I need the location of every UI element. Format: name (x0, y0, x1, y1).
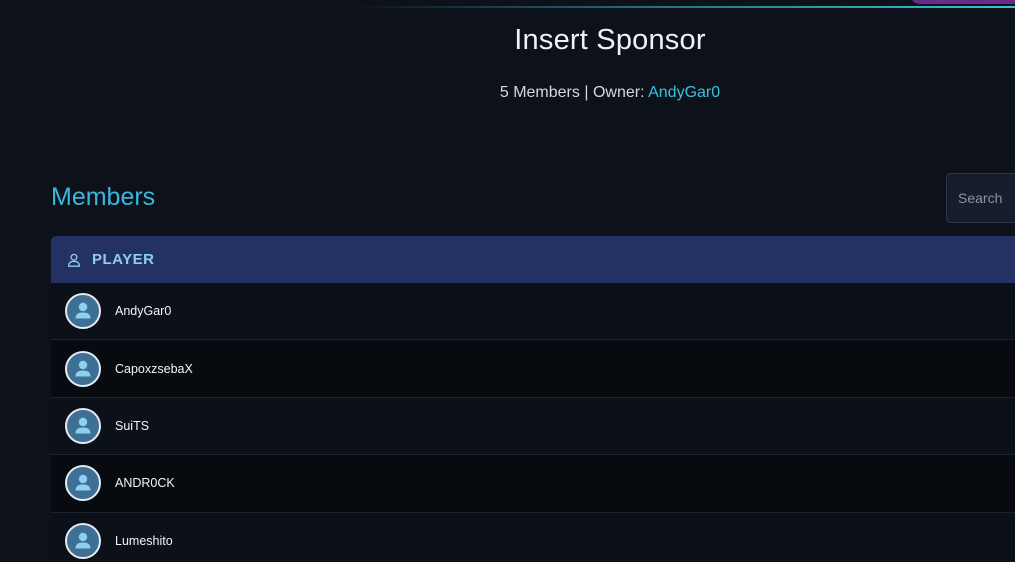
default-avatar-icon (65, 522, 101, 559)
member-name[interactable]: SuiTS (115, 419, 149, 433)
member-name[interactable]: AndyGar0 (115, 304, 171, 318)
member-name[interactable]: CapoxzsebaX (115, 362, 193, 376)
member-name[interactable]: ANDR0CK (115, 476, 175, 490)
member-row[interactable]: Lumeshito (51, 512, 1015, 562)
default-avatar-icon (65, 350, 101, 387)
default-avatar-icon (65, 293, 101, 330)
members-list: PLAYER AndyGar0 CapoxzsebaX SuiTS ANDR0C (51, 236, 1015, 562)
header-accent-tab (910, 0, 1015, 4)
team-page: Insert Sponsor 5 Members | Owner: AndyGa… (0, 0, 1015, 562)
member-search-input[interactable] (946, 173, 1015, 223)
user-outline-icon (67, 253, 81, 267)
owner-label: Owner: (592, 84, 645, 101)
default-avatar-icon (65, 407, 101, 444)
member-count: 5 Members (499, 84, 580, 101)
default-avatar-icon (65, 465, 101, 502)
member-row[interactable]: SuiTS (51, 397, 1015, 456)
member-name[interactable]: Lumeshito (115, 534, 173, 548)
group-header-player: PLAYER (51, 236, 1015, 283)
member-row[interactable]: ANDR0CK (51, 455, 1015, 513)
group-label: PLAYER (92, 251, 155, 268)
team-title: Insert Sponsor (514, 24, 706, 56)
owner-link[interactable]: AndyGar0 (648, 84, 720, 101)
team-meta: 5 Members | Owner: AndyGar0 (0, 84, 1015, 102)
header-divider (350, 6, 1015, 8)
meta-separator: | (584, 84, 589, 101)
member-row[interactable]: AndyGar0 (51, 283, 1015, 341)
member-row[interactable]: CapoxzsebaX (51, 340, 1015, 398)
members-heading: Members (51, 183, 156, 211)
